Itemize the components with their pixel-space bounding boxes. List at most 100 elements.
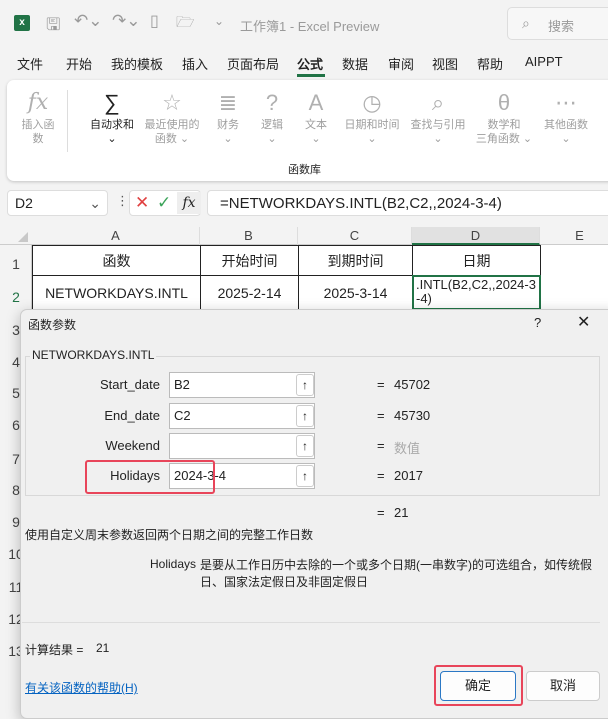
undo-icon[interactable]: ↶⌄ bbox=[74, 11, 103, 31]
arg-help-text: 是要从工作日历中去除的一个或多个日期(一串数字)的可选组合，如传统假日、国家法定… bbox=[200, 558, 592, 589]
ribbon-button[interactable]: A 文本 ⌄ bbox=[295, 88, 337, 146]
arg-eq: = bbox=[377, 377, 385, 392]
menu-tab[interactable]: 数据 bbox=[342, 54, 368, 73]
column-header[interactable]: B bbox=[200, 227, 298, 245]
ribbon-button[interactable]: fx 插入函数 bbox=[18, 88, 58, 146]
arg-label: End_date bbox=[104, 408, 160, 423]
table-cell[interactable]: 2025-2-14 bbox=[200, 275, 299, 310]
ribbon-button[interactable]: ≣ 财务 ⌄ bbox=[208, 88, 248, 146]
arg-label: Weekend bbox=[105, 438, 160, 453]
arg-label: Start_date bbox=[100, 377, 160, 392]
ribbon-button[interactable]: ∑ 自动求和 ⌄ bbox=[84, 88, 140, 146]
formula-input[interactable]: =NETWORKDAYS.INTL(B2,C2,,2024-3-4) bbox=[207, 190, 608, 216]
arg-result: 数值 bbox=[394, 441, 421, 456]
column-header[interactable]: D bbox=[412, 227, 540, 245]
menu-tab[interactable]: 开始 bbox=[66, 54, 92, 73]
search-box[interactable]: ⌕ 搜索 bbox=[507, 7, 608, 40]
table-cell[interactable]: NETWORKDAYS.INTL bbox=[32, 275, 201, 310]
ok-button[interactable]: 确定 bbox=[440, 671, 516, 701]
ribbon-button[interactable]: ? 逻辑 ⌄ bbox=[252, 88, 292, 146]
customize-icon[interactable]: ⌄ bbox=[214, 14, 224, 28]
arg-input-start-date[interactable]: B2 bbox=[169, 372, 315, 398]
financial-icon: ≣ bbox=[218, 90, 238, 115]
collapse-dialog-icon[interactable]: ↑ bbox=[296, 405, 314, 427]
ribbon-button-label-2: ⌄ bbox=[367, 133, 377, 145]
calc-result-value: 21 bbox=[96, 641, 110, 655]
ribbon-button[interactable]: ⋯ 其他函数 ⌄ bbox=[540, 88, 592, 146]
collapse-dialog-icon[interactable]: ↑ bbox=[296, 435, 314, 457]
collapse-dialog-icon[interactable]: ↑ bbox=[296, 374, 314, 396]
row-header[interactable]: 2 bbox=[0, 289, 32, 305]
chevron-down-icon[interactable]: ⌄ bbox=[89, 195, 101, 212]
menu-tab[interactable]: 文件 bbox=[17, 54, 43, 73]
autosum-icon: ∑ bbox=[104, 90, 120, 115]
lookup-icon: ⌕ bbox=[431, 90, 445, 115]
table-cell[interactable]: 开始时间 bbox=[200, 245, 299, 276]
ribbon-button-label: 日期和时间 bbox=[344, 119, 400, 131]
active-cell[interactable]: .INTL(B2,C2,,2024-3-4) bbox=[412, 275, 541, 310]
ribbon-button[interactable]: ◷ 日期和时间 ⌄ bbox=[340, 88, 404, 146]
ribbon-button-label-2: ⌄ bbox=[561, 133, 571, 145]
cancel-button[interactable]: 取消 bbox=[526, 671, 600, 701]
new-file-icon[interactable]: ▯ bbox=[150, 11, 159, 31]
menu-tab[interactable]: 页面布局 bbox=[227, 54, 279, 73]
arg-input-weekend[interactable] bbox=[169, 433, 315, 459]
name-box[interactable]: D2 ⌄ bbox=[7, 190, 108, 216]
menu-tab[interactable]: 审阅 bbox=[388, 54, 414, 73]
dialog-title: 函数参数 bbox=[28, 318, 77, 332]
arg-result: 2017 bbox=[394, 468, 423, 483]
column-header[interactable]: C bbox=[298, 227, 412, 245]
column-header[interactable]: E bbox=[540, 227, 608, 245]
redo-icon[interactable]: ↷⌄ bbox=[112, 11, 141, 31]
arg-help-name: Holidays bbox=[150, 557, 197, 571]
table-cell[interactable]: 2025-3-14 bbox=[298, 275, 413, 310]
menu-tab[interactable]: 视图 bbox=[432, 54, 458, 73]
table-cell[interactable]: 到期时间 bbox=[298, 245, 413, 276]
arg-eq: = bbox=[377, 468, 385, 483]
menu-tab[interactable]: 我的模板 bbox=[111, 54, 163, 73]
dialog-separator bbox=[22, 622, 600, 623]
ribbon-button-label: 逻辑 bbox=[261, 119, 283, 131]
date-time-icon: ◷ bbox=[362, 90, 382, 115]
arg-eq: = bbox=[377, 408, 385, 423]
calc-result-label: 计算结果 = bbox=[25, 643, 84, 657]
ribbon-button-label: 数学和 bbox=[487, 119, 521, 131]
help-button[interactable]: ? bbox=[534, 315, 541, 330]
total-result: 21 bbox=[394, 505, 409, 520]
help-link[interactable]: 有关该函数的帮助(H) bbox=[25, 679, 138, 696]
cancel-icon[interactable]: ✕ bbox=[135, 193, 149, 213]
arg-input-end-date[interactable]: C2 bbox=[169, 403, 315, 429]
insert-function-icon: fx bbox=[27, 90, 49, 115]
window-title: 工作簿1 - Excel Preview bbox=[240, 19, 380, 34]
ribbon-button-label-2: ⌄ bbox=[107, 133, 117, 145]
ribbon-group-label: 函数库 bbox=[288, 164, 321, 176]
menu-tab[interactable]: 帮助 bbox=[477, 54, 503, 73]
ribbon-button-label: 财务 bbox=[217, 119, 239, 131]
column-header[interactable]: A bbox=[32, 227, 200, 245]
menu-tab[interactable]: 公式 bbox=[297, 54, 323, 73]
holidays-highlight bbox=[85, 460, 215, 494]
table-cell[interactable]: 日期 bbox=[412, 245, 541, 276]
ribbon-button[interactable]: ⌕ 查找与引用 ⌄ bbox=[405, 88, 471, 146]
save-icon[interactable]: 🖫 bbox=[46, 12, 60, 41]
arg-result: 45702 bbox=[394, 377, 431, 392]
collapse-dialog-icon[interactable]: ↑ bbox=[296, 465, 314, 487]
table-cell[interactable]: 函数 bbox=[32, 245, 201, 276]
enter-icon[interactable]: ✓ bbox=[157, 193, 171, 213]
ribbon-button-label: 插入函数 bbox=[21, 119, 55, 145]
function-name: NETWORKDAYS.INTL bbox=[30, 348, 157, 362]
select-all-corner[interactable] bbox=[18, 232, 28, 242]
close-icon[interactable]: ✕ bbox=[577, 312, 590, 332]
ribbon-button[interactable]: θ 数学和 三角函数 ⌄ bbox=[471, 88, 537, 146]
more-functions-icon: ⋯ bbox=[555, 90, 577, 115]
ribbon-button-label-2: ⌄ bbox=[433, 133, 443, 145]
more-icon[interactable]: ⋮ bbox=[116, 193, 129, 209]
ribbon-button-label: 查找与引用 bbox=[410, 119, 466, 131]
ribbon-button[interactable]: ☆ 最近使用的 函数 ⌄ bbox=[140, 88, 204, 146]
row-header[interactable]: 1 bbox=[0, 256, 32, 272]
menu-tab[interactable]: 插入 bbox=[182, 54, 208, 73]
open-folder-icon[interactable]: 🗁 bbox=[176, 12, 195, 37]
ribbon-divider bbox=[67, 90, 68, 152]
insert-function-icon[interactable]: fx bbox=[177, 192, 201, 214]
menu-tab[interactable]: AIPPT bbox=[525, 54, 563, 69]
